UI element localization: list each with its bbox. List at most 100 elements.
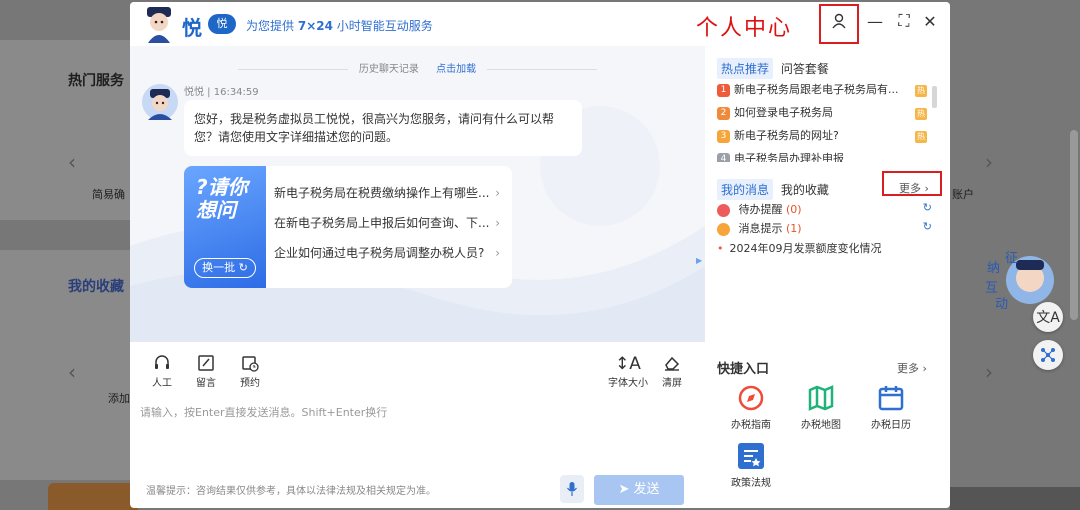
eraser-icon <box>652 354 692 374</box>
message-input[interactable]: 请输入，按Enter直接发送消息。Shift+Enter换行 <box>140 404 387 420</box>
headset-icon <box>142 354 182 374</box>
rank-badge: 4 <box>717 152 730 162</box>
person-icon[interactable] <box>828 10 850 32</box>
quick-more-link[interactable]: 更多 › <box>897 360 927 376</box>
compass-icon <box>738 385 764 411</box>
personal-center-annotation: 个人中心 <box>696 16 793 41</box>
map-icon <box>808 385 834 411</box>
chevron-right-icon: › <box>495 216 500 230</box>
quick-entry-title: 快捷入口 <box>717 362 770 377</box>
edit-icon <box>186 354 226 374</box>
suggestion-card-title: ?请你 想问 <box>196 175 248 222</box>
notice-item[interactable]: • 2024年09月发票额度变化情况 <box>717 240 932 260</box>
todo-icon <box>717 203 730 217</box>
history-bar: 历史聊天记录 点击加载 <box>130 60 705 75</box>
title-bar: 悦 悦 为您提供 7×24 小时智能互动服务 个人中心 — ⛶ ✕ <box>130 2 950 46</box>
hot-item[interactable]: 2 如何登录电子税务局 热 <box>717 104 927 126</box>
send-button[interactable]: ➤ 发送 <box>594 475 684 505</box>
bg-banner <box>48 483 138 510</box>
refresh-icon[interactable]: ↻ <box>923 201 932 214</box>
leave-message-button[interactable]: 留言 <box>186 354 226 389</box>
bullet-dot-icon: • <box>717 242 724 255</box>
quick-tax-guide[interactable]: 办税指南 <box>721 384 781 431</box>
hot-item[interactable]: 1 新电子税务局跟老电子税务局有... 热 <box>717 81 927 103</box>
clear-screen-button[interactable]: 清屏 <box>652 354 692 389</box>
tab-qa-package[interactable]: 问答套餐 <box>781 60 829 77</box>
refresh-icon[interactable]: ↻ <box>923 220 932 233</box>
message-notice-row[interactable]: 消息提示 (1) ↻ <box>717 220 932 240</box>
tab-hot-recommend[interactable]: 热点推荐 <box>717 58 774 79</box>
bg-scrollbar[interactable] <box>1070 130 1078 320</box>
network-icon[interactable] <box>1033 340 1063 370</box>
appointment-button[interactable]: 预约 <box>230 354 270 389</box>
panel-toggle-icon[interactable]: ▶ <box>696 256 702 265</box>
bg-add-label: 添加 <box>108 392 130 405</box>
minimize-button[interactable]: — <box>864 10 886 32</box>
policy-icon <box>738 443 764 469</box>
hot-list-scrollbar[interactable] <box>932 86 937 108</box>
bg-footer-strip <box>950 487 1080 510</box>
calendar-clock-icon <box>230 354 270 374</box>
todo-reminder-row[interactable]: 待办提醒 (0) ↻ <box>717 201 932 221</box>
svg-text:纳: 纳 <box>987 261 1000 276</box>
history-label: 历史聊天记录 <box>358 64 419 75</box>
chat-dialog: 悦 悦 为您提供 7×24 小时智能互动服务 个人中心 — ⛶ ✕ 历史聊天记录… <box>130 2 950 508</box>
human-agent-button[interactable]: 人工 <box>142 354 182 389</box>
bot-avatar <box>142 84 178 120</box>
disclaimer-hint: 温馨提示：咨询结果仅供参考，具体以法律法规及相关规定为准。 <box>146 486 436 497</box>
greeting-bubble: 您好，我是税务虚拟员工悦悦，很高兴为您服务，请问有什么可以帮您？请您使用文字详细… <box>184 100 582 156</box>
suggestion-card-banner: ?请你 想问 换一批 ↻ <box>184 166 266 288</box>
quick-tax-calendar[interactable]: 办税日历 <box>861 384 921 431</box>
hot-item[interactable]: 3 新电子税务局的网址? 热 <box>717 127 927 149</box>
rank-badge: 1 <box>717 83 730 97</box>
tagline-prefix: 为您提供 <box>246 19 295 33</box>
svg-text:动: 动 <box>995 297 1008 312</box>
bg-left-arrow-2[interactable]: ‹ <box>68 360 76 384</box>
chevron-right-icon: › <box>495 186 500 200</box>
quick-policy[interactable]: 政策法规 <box>721 442 781 489</box>
message-meta: 悦悦 | 16:34:59 <box>184 87 259 98</box>
bg-easy-label: 简易确 <box>92 188 125 201</box>
notice-icon <box>717 222 730 236</box>
rank-badge: 3 <box>717 129 730 143</box>
hot-flag-icon: 热 <box>915 85 927 97</box>
svg-text:征: 征 <box>1005 251 1018 266</box>
svg-text:互: 互 <box>985 281 998 296</box>
bg-right-label: 账户 <box>952 188 974 201</box>
font-size-icon: ↕A <box>615 354 641 374</box>
chevron-right-icon: › <box>495 246 500 260</box>
message-tabs: 我的消息 我的收藏 <box>717 179 829 200</box>
chat-area: 历史聊天记录 点击加载 悦悦 | 16:34:59 您好，我是税务虚拟员工悦悦，… <box>130 46 705 342</box>
tagline-suffix: 小时智能互动服务 <box>336 19 433 33</box>
hot-tabs: 热点推荐 问答套餐 <box>717 58 829 79</box>
tab-my-messages[interactable]: 我的消息 <box>717 179 774 200</box>
brand-badge: 悦 <box>208 14 236 34</box>
load-more-link[interactable]: 点击加载 <box>436 64 476 75</box>
bg-right-arrow[interactable]: › <box>985 150 993 174</box>
hot-flag-icon: 热 <box>915 131 927 143</box>
tab-my-favorites[interactable]: 我的收藏 <box>781 181 829 198</box>
microphone-icon[interactable] <box>560 475 584 503</box>
suggestion-card: ?请你 想问 换一批 ↻ 新电子税务局在税费缴纳操作上有哪些... › 在新电子税务… <box>184 166 512 288</box>
suggested-question[interactable]: 企业如何通过电子税务局调整办税人员? › <box>274 238 506 268</box>
calendar-icon <box>878 386 904 411</box>
hot-flag-icon: 热 <box>915 108 927 120</box>
suggested-question[interactable]: 新电子税务局在税费缴纳操作上有哪些... › <box>274 178 506 208</box>
suggested-question[interactable]: 在新电子税务局上申报后如何查询、下... › <box>274 208 506 238</box>
bg-right-arrow-2[interactable]: › <box>985 360 993 384</box>
translate-icon[interactable]: 文A <box>1033 302 1063 332</box>
bg-hot-services-label: 热门服务 <box>68 73 124 89</box>
refresh-suggestions-button[interactable]: 换一批 ↻ <box>194 258 256 278</box>
close-button[interactable]: ✕ <box>919 10 941 32</box>
bg-favorites-label: 我的收藏 <box>68 279 124 295</box>
right-panel: 热点推荐 问答套餐 1 新电子税务局跟老电子税务局有... 热 2 如何登录电子税务… <box>705 46 950 508</box>
rank-badge: 2 <box>717 106 730 120</box>
assistant-logo-icon <box>147 7 171 43</box>
quick-tax-map[interactable]: 办税地图 <box>791 384 851 431</box>
maximize-button[interactable]: ⛶ <box>893 10 915 32</box>
hot-item[interactable]: 4 电子税务局办理补申报 <box>717 150 927 162</box>
brand-title: 悦 <box>182 16 202 40</box>
bg-left-arrow[interactable]: ‹ <box>68 150 76 174</box>
tagline-bold: 7×24 <box>297 19 333 33</box>
font-size-button[interactable]: ↕A 字体大小 <box>606 354 650 389</box>
